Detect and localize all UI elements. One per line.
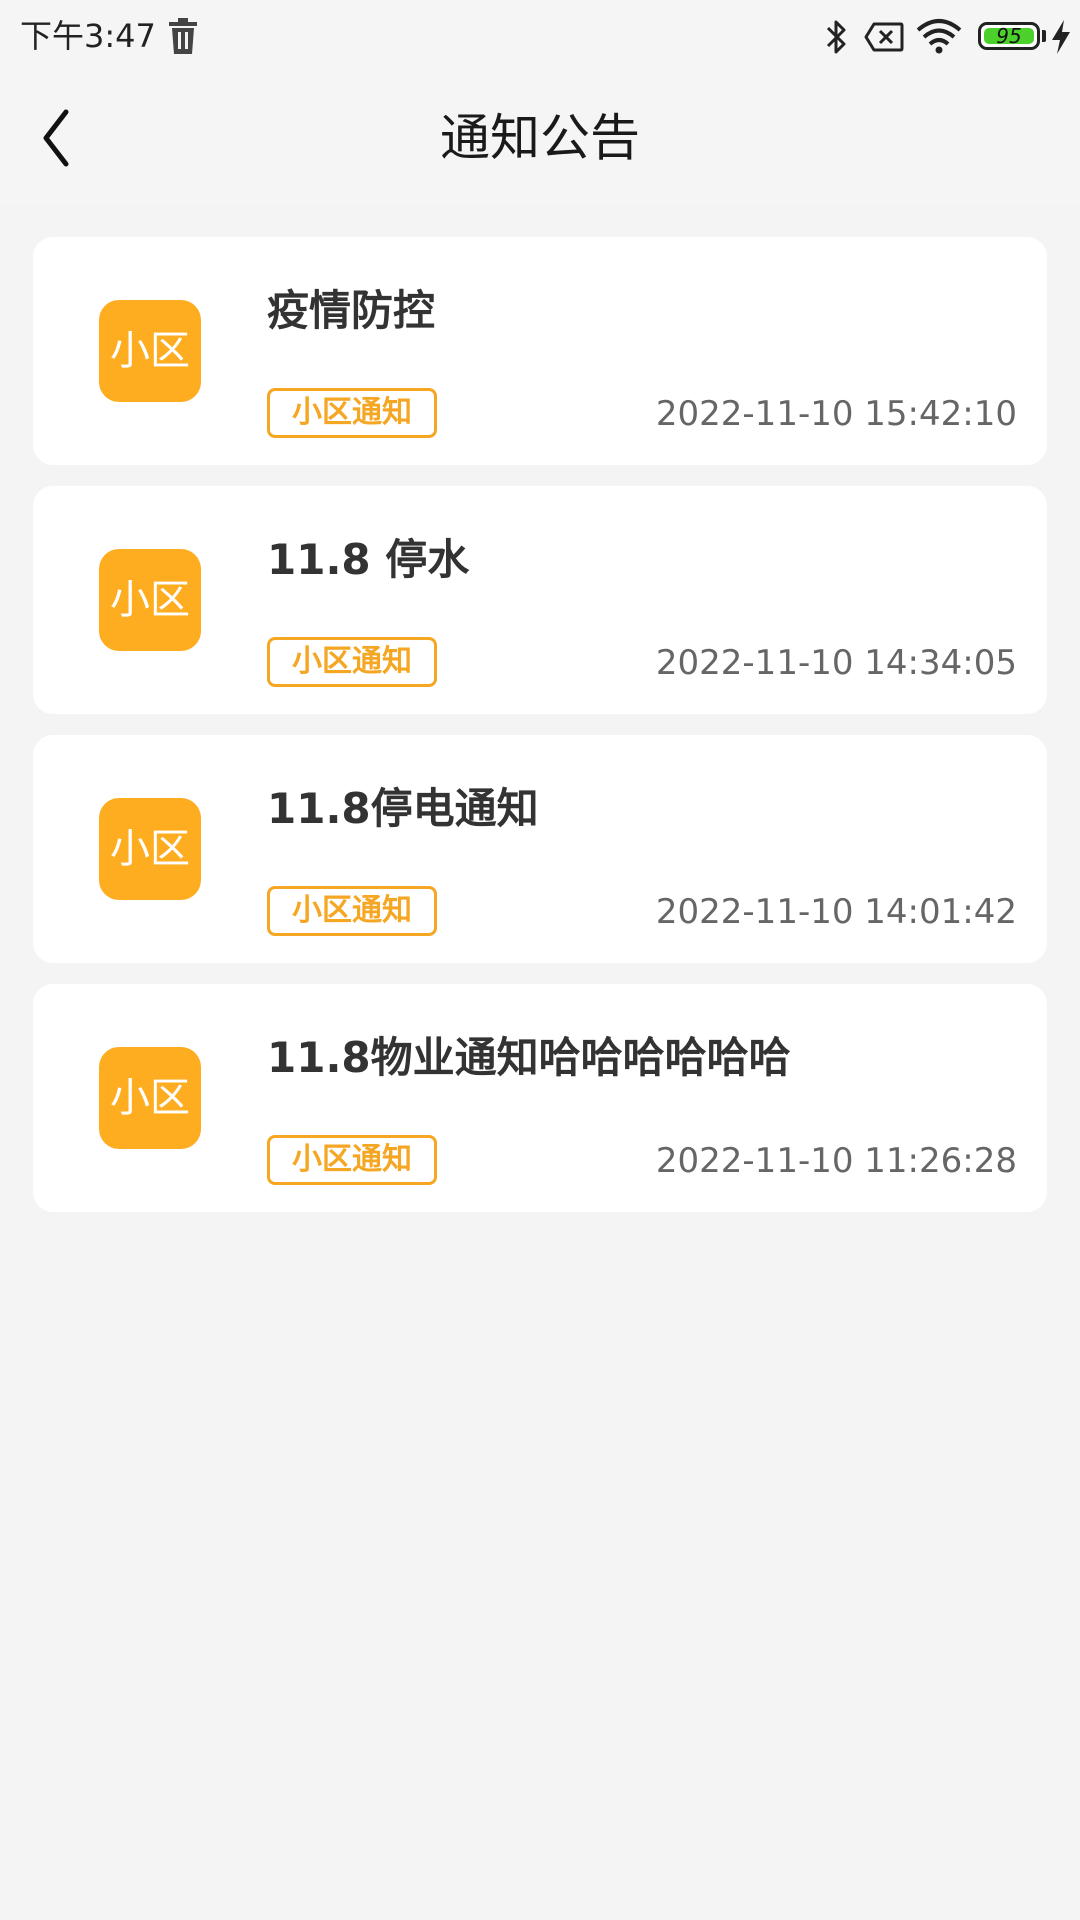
notice-tag: 小区通知 [267, 886, 437, 936]
notice-card[interactable]: 小区 11.8物业通知哈哈哈哈哈哈 小区通知 2022-11-10 11:26:… [33, 984, 1047, 1212]
notice-card[interactable]: 小区 11.8 停水 小区通知 2022-11-10 14:34:05 [33, 486, 1047, 714]
notice-title: 11.8物业通知哈哈哈哈哈哈 [267, 1033, 791, 1082]
notice-tag: 小区通知 [267, 1135, 437, 1185]
notice-avatar: 小区 [99, 1047, 201, 1149]
battery-cap [1042, 30, 1046, 42]
notice-list: 小区 疫情防控 小区通知 2022-11-10 15:42:10 小区 11.8… [33, 237, 1047, 1233]
notice-title: 11.8停电通知 [267, 784, 539, 833]
charging-icon [1052, 20, 1070, 54]
notice-avatar: 小区 [99, 798, 201, 900]
battery-level: 95 [996, 24, 1022, 48]
trash-icon [169, 18, 197, 54]
notice-time: 2022-11-10 14:34:05 [655, 643, 1017, 683]
battery-icon: 95 [978, 22, 1040, 50]
notice-tag: 小区通知 [267, 388, 437, 438]
page-title: 通知公告 [440, 109, 640, 167]
bluetooth-icon [826, 20, 846, 54]
notice-title: 11.8 停水 [267, 535, 470, 584]
wifi-icon [916, 19, 962, 54]
notice-time: 2022-11-10 11:26:28 [655, 1141, 1017, 1181]
sim-disabled-icon [864, 22, 904, 52]
notice-avatar: 小区 [99, 300, 201, 402]
notice-time: 2022-11-10 15:42:10 [655, 394, 1017, 434]
notice-card[interactable]: 小区 11.8停电通知 小区通知 2022-11-10 14:01:42 [33, 735, 1047, 963]
notice-time: 2022-11-10 14:01:42 [655, 892, 1017, 932]
notice-card[interactable]: 小区 疫情防控 小区通知 2022-11-10 15:42:10 [33, 237, 1047, 465]
top-app-bar: 通知公告 [0, 72, 1080, 204]
status-time: 下午3:47 [20, 17, 156, 55]
notice-tag: 小区通知 [267, 637, 437, 687]
notice-avatar: 小区 [99, 549, 201, 651]
notice-title: 疫情防控 [267, 286, 436, 335]
status-bar: 下午3:47 95 [0, 0, 1080, 72]
